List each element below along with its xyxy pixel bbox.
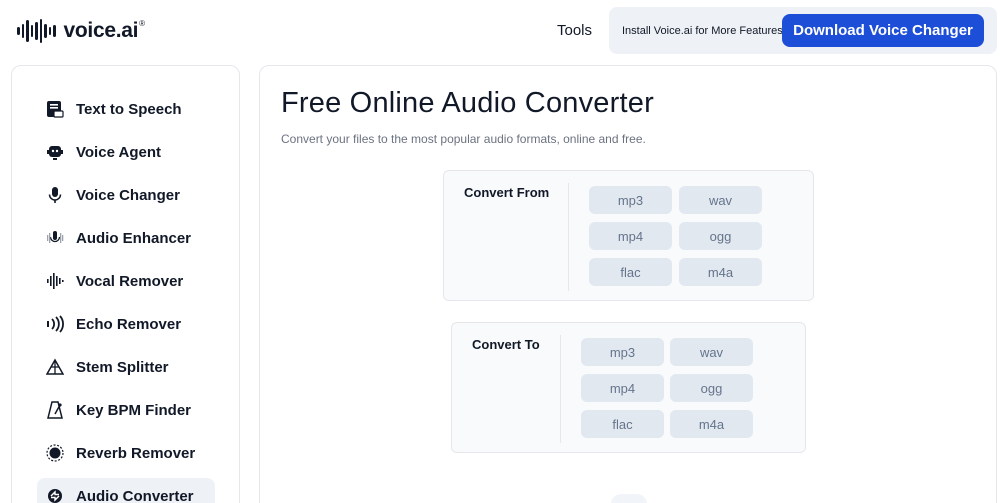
download-voice-changer-button[interactable]: Download Voice Changer [782, 14, 984, 47]
convert-from-label: Convert From [464, 185, 550, 200]
page-title: Free Online Audio Converter [281, 87, 654, 119]
microphone-icon [45, 185, 65, 205]
to-format-m4a[interactable]: m4a [670, 410, 753, 438]
from-format-m4a[interactable]: m4a [679, 258, 762, 286]
to-format-flac[interactable]: flac [581, 410, 664, 438]
top-header: voice.ai® Tools Install Voice.ai for Mor… [0, 0, 1000, 62]
sidebar-item-stem-splitter[interactable]: Stem Splitter [37, 349, 215, 385]
nav-tools-link[interactable]: Tools [557, 22, 592, 39]
sidebar-item-label: Voice Agent [76, 143, 162, 161]
from-format-flac[interactable]: flac [589, 258, 672, 286]
stem-splitter-icon [45, 357, 65, 377]
to-format-ogg[interactable]: ogg [670, 374, 753, 402]
sidebar-item-echo-remover[interactable]: Echo Remover [37, 306, 215, 342]
sidebar-item-label: Key BPM Finder [76, 401, 192, 419]
logo-waveform-icon [17, 19, 56, 43]
sidebar-item-label: Echo Remover [76, 315, 182, 333]
audio-enhancer-icon [45, 228, 65, 248]
promo-text: Install Voice.ai for More Features [622, 25, 783, 37]
from-format-mp3[interactable]: mp3 [589, 186, 672, 214]
sidebar-item-vocal-remover[interactable]: Vocal Remover [37, 263, 215, 299]
from-format-mp4[interactable]: mp4 [589, 222, 672, 250]
sidebar-item-voice-agent[interactable]: Voice Agent [37, 134, 215, 170]
to-format-wav[interactable]: wav [670, 338, 753, 366]
to-format-mp4[interactable]: mp4 [581, 374, 664, 402]
waveform-icon [45, 271, 65, 291]
sidebar-item-label: Text to Speech [76, 100, 182, 118]
divider [568, 183, 569, 291]
tools-sidebar: Text to Speech Voice Agent Voice Changer… [11, 65, 240, 503]
sidebar-item-voice-changer[interactable]: Voice Changer [37, 177, 215, 213]
from-format-wav[interactable]: wav [679, 186, 762, 214]
page-subtitle: Convert your files to the most popular a… [281, 132, 646, 146]
sidebar-item-label: Stem Splitter [76, 358, 169, 376]
upload-control-partial[interactable] [611, 494, 647, 503]
reverb-icon [45, 443, 65, 463]
main-content: Free Online Audio Converter Convert your… [259, 65, 997, 503]
text-to-speech-icon [45, 99, 65, 119]
to-format-mp3[interactable]: mp3 [581, 338, 664, 366]
install-promo-banner: Install Voice.ai for More Features Downl… [609, 7, 997, 54]
page: voice.ai® Tools Install Voice.ai for Mor… [0, 0, 1000, 503]
from-format-ogg[interactable]: ogg [679, 222, 762, 250]
sidebar-item-label: Audio Enhancer [76, 229, 192, 247]
logo-text: voice.ai® [63, 19, 146, 42]
sidebar-item-label: Vocal Remover [76, 272, 184, 290]
voice-ai-logo[interactable]: voice.ai® [17, 19, 145, 43]
sidebar-item-audio-converter[interactable]: Audio Converter [37, 478, 215, 503]
convert-to-label: Convert To [472, 337, 540, 352]
sidebar-item-text-to-speech[interactable]: Text to Speech [37, 91, 215, 127]
metronome-icon [45, 400, 65, 420]
sidebar-item-key-bpm-finder[interactable]: Key BPM Finder [37, 392, 215, 428]
sidebar-item-audio-enhancer[interactable]: Audio Enhancer [37, 220, 215, 256]
audio-converter-icon [45, 486, 65, 503]
divider [560, 335, 561, 443]
sidebar-item-label: Voice Changer [76, 186, 180, 204]
sidebar-item-label: Audio Converter [76, 487, 194, 503]
convert-from-panel: Convert From mp3 wav mp4 ogg flac m4a [443, 170, 814, 301]
sidebar-item-reverb-remover[interactable]: Reverb Remover [37, 435, 215, 471]
voice-agent-icon [45, 142, 65, 162]
convert-to-panel: Convert To mp3 wav mp4 ogg flac m4a [451, 322, 806, 453]
echo-icon [45, 314, 65, 334]
sidebar-item-label: Reverb Remover [76, 444, 196, 462]
